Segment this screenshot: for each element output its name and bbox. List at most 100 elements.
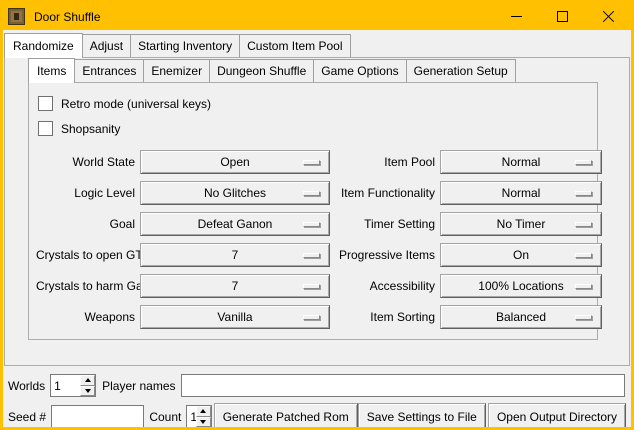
seed-input[interactable] [51,405,144,428]
window-controls [493,3,631,30]
item-sorting-value: Balanced [496,310,546,324]
progressive-items-dropdown[interactable]: On [440,243,602,267]
window-title: Door Shuffle [34,10,101,24]
tab-adjust[interactable]: Adjust [82,34,131,57]
worlds-spin-up-button[interactable] [80,375,95,386]
worlds-spin-buttons [80,375,95,396]
player-names-input[interactable] [181,374,626,397]
goal-label: Goal [36,217,135,231]
accessibility-value: 100% Locations [478,279,563,293]
dropdown-indicator-icon [575,315,592,320]
player-names-label: Player names [102,379,175,393]
items-pane: Retro mode (universal keys) Shopsanity W… [28,82,598,340]
crystals-open-gt-dropdown[interactable]: 7 [140,243,330,267]
tab-starting-inventory[interactable]: Starting Inventory [130,34,240,57]
tab-game-options[interactable]: Game Options [313,59,406,82]
logic-level-label: Logic Level [36,186,135,200]
shopsanity-row: Shopsanity [29,116,597,141]
dropdown-indicator-icon [575,222,592,227]
weapons-dropdown[interactable]: Vanilla [140,305,330,329]
titlebar: Door Shuffle [3,3,631,30]
tab-enemizer[interactable]: Enemizer [143,59,210,82]
accessibility-dropdown[interactable]: 100% Locations [440,274,602,298]
tab-randomize[interactable]: Randomize [4,33,83,58]
worlds-label: Worlds [8,379,45,393]
worlds-spinner [50,374,96,397]
goal-value: Defeat Ganon [198,217,273,231]
item-functionality-dropdown[interactable]: Normal [440,181,602,205]
accessibility-label: Accessibility [335,279,435,293]
door-shuffle-window: Door Shuffle Randomize Adjust Starting I… [0,0,634,430]
world-state-dropdown[interactable]: Open [140,150,330,174]
maximize-button[interactable] [539,3,585,30]
crystals-harm-ganon-value: 7 [232,279,239,293]
open-output-directory-button[interactable]: Open Output Directory [488,403,626,430]
world-state-value: Open [220,155,249,169]
down-arrow-icon [85,389,91,393]
crystals-harm-ganon-label: Crystals to harm Ganon [36,279,135,293]
maximize-icon [557,11,568,22]
count-input[interactable] [187,406,195,427]
timer-setting-label: Timer Setting [335,217,435,231]
minimize-icon [511,16,522,17]
item-functionality-label: Item Functionality [335,186,435,200]
logic-level-dropdown[interactable]: No Glitches [140,181,330,205]
worlds-spin-down-button[interactable] [80,386,95,397]
retro-mode-checkbox[interactable] [38,96,53,111]
close-button[interactable] [585,3,631,30]
randomize-pane: Items Entrances Enemizer Dungeon Shuffle… [4,57,630,366]
retro-mode-row: Retro mode (universal keys) [29,91,597,116]
logic-level-value: No Glitches [204,186,266,200]
item-sorting-label: Item Sorting [335,310,435,324]
tab-generation-setup[interactable]: Generation Setup [406,59,516,82]
worlds-row: Worlds Player names [8,374,626,397]
dropdown-indicator-icon [575,253,592,258]
count-spin-down-button[interactable] [196,417,211,428]
dropdown-indicator-icon [575,191,592,196]
crystals-harm-ganon-dropdown[interactable]: 7 [140,274,330,298]
retro-mode-label: Retro mode (universal keys) [61,97,211,111]
count-spinner [186,405,211,428]
window-body: Randomize Adjust Starting Inventory Cust… [3,30,631,430]
count-spin-up-button[interactable] [196,406,211,417]
primary-tabbar: Randomize Adjust Starting Inventory Cust… [4,33,631,57]
progressive-items-label: Progressive Items [335,248,435,262]
count-label: Count [149,410,181,424]
save-settings-button[interactable]: Save Settings to File [358,403,486,430]
tab-entrances[interactable]: Entrances [74,59,144,82]
down-arrow-icon [200,420,206,424]
shopsanity-label: Shopsanity [61,122,120,136]
shopsanity-checkbox[interactable] [38,121,53,136]
dropdown-indicator-icon [303,253,320,258]
worlds-input[interactable] [51,375,80,396]
dropdown-indicator-icon [303,222,320,227]
timer-setting-dropdown[interactable]: No Timer [440,212,602,236]
tab-custom-item-pool[interactable]: Custom Item Pool [239,34,350,57]
up-arrow-icon [85,378,91,382]
tab-dungeon-shuffle[interactable]: Dungeon Shuffle [209,59,314,82]
goal-dropdown[interactable]: Defeat Ganon [140,212,330,236]
seed-row: Seed # Count Generate Pa [8,403,626,430]
dropdown-indicator-icon [303,315,320,320]
minimize-button[interactable] [493,3,539,30]
crystals-open-gt-value: 7 [232,248,239,262]
close-icon [602,10,615,23]
app-door-icon [8,8,25,25]
generate-patched-rom-button[interactable]: Generate Patched Rom [214,403,358,430]
seed-label: Seed # [8,410,46,424]
item-sorting-dropdown[interactable]: Balanced [440,305,602,329]
up-arrow-icon [200,409,206,413]
dropdown-indicator-icon [303,284,320,289]
tab-items[interactable]: Items [28,58,75,83]
weapons-value: Vanilla [217,310,252,324]
dropdown-indicator-icon [575,160,592,165]
dropdown-indicator-icon [303,160,320,165]
progressive-items-value: On [513,248,529,262]
item-pool-value: Normal [502,155,541,169]
dropdown-indicator-icon [303,191,320,196]
bottom-bar: Worlds Player names [3,366,631,430]
item-functionality-value: Normal [502,186,541,200]
weapons-label: Weapons [36,310,135,324]
count-spin-buttons [196,406,211,427]
item-pool-dropdown[interactable]: Normal [440,150,602,174]
